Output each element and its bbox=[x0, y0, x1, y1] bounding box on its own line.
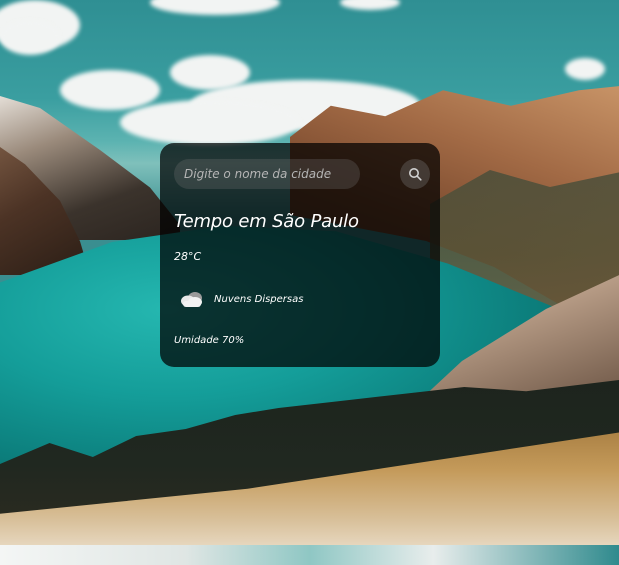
temperature: 28°C bbox=[174, 250, 202, 263]
background-strip bbox=[0, 545, 619, 565]
search-icon bbox=[409, 168, 422, 181]
cloud-icon bbox=[181, 292, 202, 307]
humidity: Umidade 70% bbox=[174, 335, 245, 346]
weather-description: Nuvens Dispersas bbox=[214, 293, 304, 305]
city-search-input[interactable] bbox=[174, 159, 360, 189]
search-button[interactable] bbox=[400, 159, 430, 189]
weather-condition: Nuvens Dispersas bbox=[174, 289, 426, 309]
weather-title: Tempo em São Paulo bbox=[174, 211, 359, 232]
weather-card: Tempo em São Paulo 28°C Nuvens Dispersas… bbox=[160, 143, 440, 367]
search-bar bbox=[174, 159, 430, 189]
